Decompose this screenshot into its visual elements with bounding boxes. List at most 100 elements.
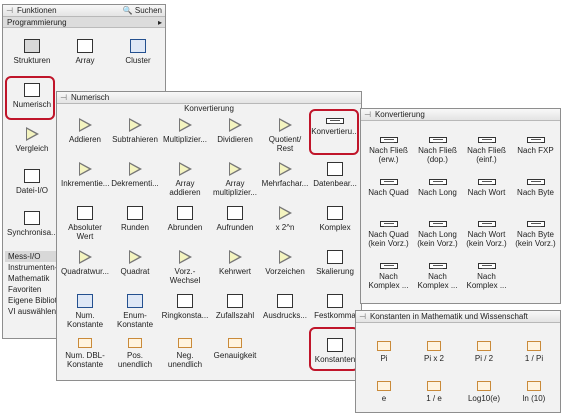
constants-title: Konstanten in Mathematik und Wissenschaf… <box>369 312 528 321</box>
numeric-item[interactable]: Num. DBL- Konstante <box>61 338 109 369</box>
numeric-item[interactable]: Enum- Konstante <box>111 294 159 329</box>
numeric-title: Numerisch <box>70 93 110 102</box>
constant-item[interactable]: Log10(e) <box>460 381 508 403</box>
numeric-function-icon <box>327 206 343 220</box>
pin-icon[interactable]: ⊣ <box>364 110 371 119</box>
numeric-item[interactable]: Quadratwur... <box>61 250 109 276</box>
numeric-item[interactable]: Addieren <box>61 118 109 144</box>
numeric-item[interactable]: Festkomma <box>311 294 359 320</box>
numeric-item[interactable]: Array addieren <box>161 162 209 197</box>
palette-item-array[interactable]: Array <box>60 39 110 65</box>
palette-item-comparison[interactable]: Vergleich <box>7 127 57 153</box>
numeric-item[interactable]: x 2^n <box>261 206 309 232</box>
numeric-item[interactable]: Zufallszahl <box>211 294 259 320</box>
conversion-icon <box>526 179 545 185</box>
conversion-item[interactable]: Nach Byte (kein Vorz.) <box>512 221 559 248</box>
palette-item-cluster[interactable]: Cluster <box>113 39 163 65</box>
constant-item[interactable]: 1 / Pi <box>510 341 558 363</box>
conversion-item[interactable]: Nach Quad (kein Vorz.) <box>365 221 412 248</box>
item-label: Absoluter Wert <box>68 223 102 241</box>
numeric-function-icon <box>327 162 343 176</box>
highlight-conversion <box>309 109 359 155</box>
item-label: Nach Komplex ... <box>466 272 507 290</box>
numeric-item[interactable]: Aufrunden <box>211 206 259 232</box>
item-label: Skalierung <box>316 267 354 276</box>
conversion-item[interactable]: Nach Fließ (einf.) <box>463 137 510 164</box>
conversion-item[interactable]: Nach Fließ (dop.) <box>414 137 461 164</box>
numeric-item[interactable]: Dividieren <box>211 118 259 144</box>
pin-icon[interactable]: ⊣ <box>359 312 366 321</box>
numeric-item[interactable]: Multiplizier... <box>161 118 209 144</box>
constant-item[interactable]: Pi <box>360 341 408 363</box>
numeric-function-icon <box>178 118 192 132</box>
item-label: Log10(e) <box>467 394 501 403</box>
pin-icon[interactable]: ⊣ <box>6 6 13 15</box>
numeric-item[interactable]: Kehrwert <box>211 250 259 276</box>
item-label: Pi x 2 <box>423 354 444 363</box>
constant-item[interactable]: Pi / 2 <box>460 341 508 363</box>
constant-item[interactable]: Pi x 2 <box>410 341 458 363</box>
numeric-function-icon <box>78 118 92 132</box>
numeric-item[interactable]: Datenbear... <box>311 162 359 188</box>
item-label: Vorzeichen <box>265 267 305 276</box>
numeric-item[interactable]: Neg. unendlich <box>161 338 209 369</box>
numeric-item[interactable]: Vorzeichen <box>261 250 309 276</box>
constant-item[interactable]: e <box>360 381 408 403</box>
conversion-item[interactable]: Nach Komplex ... <box>463 263 510 290</box>
item-label: Array multiplizier... <box>212 179 257 197</box>
conversion-titlebar[interactable]: ⊣ Konvertierung <box>361 109 560 121</box>
sync-icon <box>24 211 40 225</box>
numeric-item[interactable]: Inkrementie... <box>61 162 109 188</box>
conversion-item[interactable]: Nach Wort (kein Vorz.) <box>463 221 510 248</box>
conversion-item[interactable]: Nach Byte <box>512 179 559 197</box>
numeric-item[interactable]: Array multiplizier... <box>211 162 259 197</box>
item-label: Kehrwert <box>218 267 251 276</box>
section-programmierung[interactable]: Programmierung ▸ <box>3 17 165 28</box>
palette-item-file-io[interactable]: Datei-I/O <box>7 169 57 195</box>
item-label: Nach Wort (kein Vorz.) <box>466 230 507 248</box>
palette-item-sync[interactable]: Synchronisa... <box>7 211 58 237</box>
conversion-item[interactable]: Nach Long (kein Vorz.) <box>414 221 461 248</box>
search-button[interactable]: 🔍 Suchen <box>123 6 162 15</box>
numeric-item[interactable]: Num. Konstante <box>61 294 109 329</box>
highlight-numeric <box>5 76 55 120</box>
numeric-item[interactable]: Runden <box>111 206 159 232</box>
numeric-item[interactable]: Skalierung <box>311 250 359 276</box>
numeric-item[interactable]: Ringkonsta... <box>161 294 209 320</box>
conversion-item[interactable]: Nach Quad <box>365 179 412 197</box>
conversion-item[interactable]: Nach Komplex ... <box>365 263 412 290</box>
numeric-item[interactable]: Komplex <box>311 206 359 232</box>
numeric-function-icon <box>228 338 242 348</box>
numeric-item[interactable]: Quotient/ Rest <box>261 118 309 153</box>
numeric-titlebar[interactable]: ⊣ Numerisch <box>57 92 361 104</box>
constant-item[interactable]: ln (10) <box>510 381 558 403</box>
item-label: Pos. unendlich <box>117 351 153 369</box>
conversion-item[interactable]: Nach Fließ (erw.) <box>365 137 412 164</box>
conversion-item[interactable]: Nach Wort <box>463 179 510 197</box>
numeric-item[interactable]: Ausdrucks... <box>261 294 309 320</box>
item-label: Nach Long <box>418 188 457 197</box>
numeric-item[interactable]: Vorz.- Wechsel <box>161 250 209 285</box>
numeric-item[interactable]: Absoluter Wert <box>61 206 109 241</box>
numeric-function-icon <box>127 294 143 308</box>
numeric-item[interactable]: Abrunden <box>161 206 209 232</box>
numeric-item[interactable]: Quadrat <box>111 250 159 276</box>
numeric-item[interactable]: Pos. unendlich <box>111 338 159 369</box>
numeric-item[interactable]: Dekrementi... <box>111 162 159 188</box>
item-label: Nach Byte (kein Vorz.) <box>515 230 556 248</box>
numeric-item[interactable]: Subtrahieren <box>111 118 159 144</box>
conversion-item[interactable]: Nach FXP <box>512 137 559 155</box>
pin-icon[interactable]: ⊣ <box>60 93 67 102</box>
item-label: Runden <box>120 223 150 232</box>
constants-titlebar[interactable]: ⊣ Konstanten in Mathematik und Wissensch… <box>356 311 560 323</box>
numeric-item[interactable]: Mehrfachar... <box>261 162 309 188</box>
conversion-item[interactable]: Nach Komplex ... <box>414 263 461 290</box>
item-label: Quadratwur... <box>61 267 110 276</box>
constant-item[interactable]: 1 / e <box>410 381 458 403</box>
item-label: Multiplizier... <box>162 135 207 144</box>
palette-item-structures[interactable]: Strukturen <box>7 39 57 65</box>
item-label: Nach Quad (kein Vorz.) <box>368 230 409 248</box>
conversion-icon <box>379 137 398 143</box>
numeric-item[interactable]: Genauigkeit <box>211 338 259 360</box>
conversion-item[interactable]: Nach Long <box>414 179 461 197</box>
